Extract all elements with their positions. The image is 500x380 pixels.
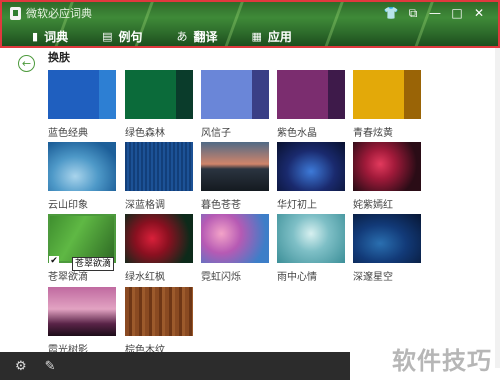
minimize-button[interactable]: — bbox=[424, 4, 446, 22]
skin-label: 绿色森林 bbox=[125, 128, 165, 139]
skin-tile[interactable] bbox=[353, 70, 421, 119]
title-bar: 微软必应词典 👕 ⧉ — □ ✕ ▮ 词典 ▤ 例句 あ 翻译 ▦ 应用 bbox=[0, 0, 500, 48]
footer-bar: ⚙ ✎ bbox=[0, 352, 350, 380]
skin-tile[interactable] bbox=[48, 70, 116, 119]
selected-check-icon: ✔ bbox=[49, 256, 59, 266]
skin-tile[interactable] bbox=[48, 287, 116, 336]
nav-label: 应用 bbox=[267, 29, 292, 44]
skin-label: 雨中心情 bbox=[277, 272, 317, 283]
skin-label: 华灯初上 bbox=[277, 200, 317, 211]
skin-tile[interactable] bbox=[125, 70, 193, 119]
tooltip: 苍翠欲滴 bbox=[72, 257, 115, 271]
dictionary-icon: ▮ bbox=[32, 29, 39, 43]
feedback-icon[interactable]: ✎ bbox=[45, 359, 56, 374]
skin-tile[interactable] bbox=[353, 214, 421, 263]
nav-label: 词典 bbox=[44, 29, 69, 44]
skin-tile[interactable] bbox=[48, 142, 116, 191]
skin-label: 青春炫黄 bbox=[353, 128, 393, 139]
skin-tile[interactable] bbox=[201, 214, 269, 263]
close-button[interactable]: ✕ bbox=[468, 4, 490, 22]
skin-tile[interactable] bbox=[277, 70, 345, 119]
nav-apps[interactable]: ▦ 应用 bbox=[252, 28, 292, 45]
nav-translate[interactable]: あ 翻译 bbox=[177, 28, 218, 45]
skin-tile[interactable] bbox=[353, 142, 421, 191]
skin-label: 风信子 bbox=[201, 128, 231, 139]
nav-label: 翻译 bbox=[193, 29, 218, 44]
skin-tile[interactable] bbox=[125, 214, 193, 263]
nav-dictionary[interactable]: ▮ 词典 bbox=[32, 28, 68, 45]
main-nav: ▮ 词典 ▤ 例句 あ 翻译 ▦ 应用 bbox=[32, 26, 326, 46]
translate-icon: あ bbox=[176, 30, 188, 43]
skin-label: 姹紫嫣红 bbox=[353, 200, 393, 211]
page-title: 换肤 bbox=[48, 51, 70, 64]
skin-label: 紫色水晶 bbox=[277, 128, 317, 139]
app-logo-icon bbox=[10, 6, 21, 20]
skin-label: 霓虹闪烁 bbox=[201, 272, 241, 283]
nav-label: 例句 bbox=[118, 29, 143, 44]
back-button[interactable]: ← bbox=[18, 55, 35, 72]
app-title: 微软必应词典 bbox=[10, 5, 92, 21]
gear-icon[interactable]: ⚙ bbox=[15, 359, 27, 374]
skin-label: 暮色苍苍 bbox=[201, 200, 241, 211]
skin-tile[interactable] bbox=[201, 142, 269, 191]
skin-label: 蓝色经典 bbox=[48, 128, 88, 139]
skin-tile[interactable] bbox=[277, 142, 345, 191]
app-title-text: 微软必应词典 bbox=[26, 7, 92, 20]
skin-label: 深蓝格调 bbox=[125, 200, 165, 211]
skin-tile[interactable] bbox=[125, 142, 193, 191]
skin-icon[interactable]: 👕 bbox=[380, 4, 402, 22]
skin-label: 深邃星空 bbox=[353, 272, 393, 283]
skin-tile[interactable] bbox=[125, 287, 193, 336]
miniwindow-icon[interactable]: ⧉ bbox=[402, 4, 424, 22]
scrollbar[interactable] bbox=[495, 48, 500, 368]
skin-label: 绿水红枫 bbox=[125, 272, 165, 283]
skin-tile[interactable] bbox=[277, 214, 345, 263]
skin-label: 云山印象 bbox=[48, 200, 88, 211]
maximize-button[interactable]: □ bbox=[446, 4, 468, 22]
apps-icon: ▦ bbox=[251, 29, 262, 43]
nav-sentences[interactable]: ▤ 例句 bbox=[102, 28, 142, 45]
watermark: 软件技巧 bbox=[392, 347, 492, 375]
skin-tile[interactable] bbox=[201, 70, 269, 119]
sentence-icon: ▤ bbox=[102, 29, 113, 43]
